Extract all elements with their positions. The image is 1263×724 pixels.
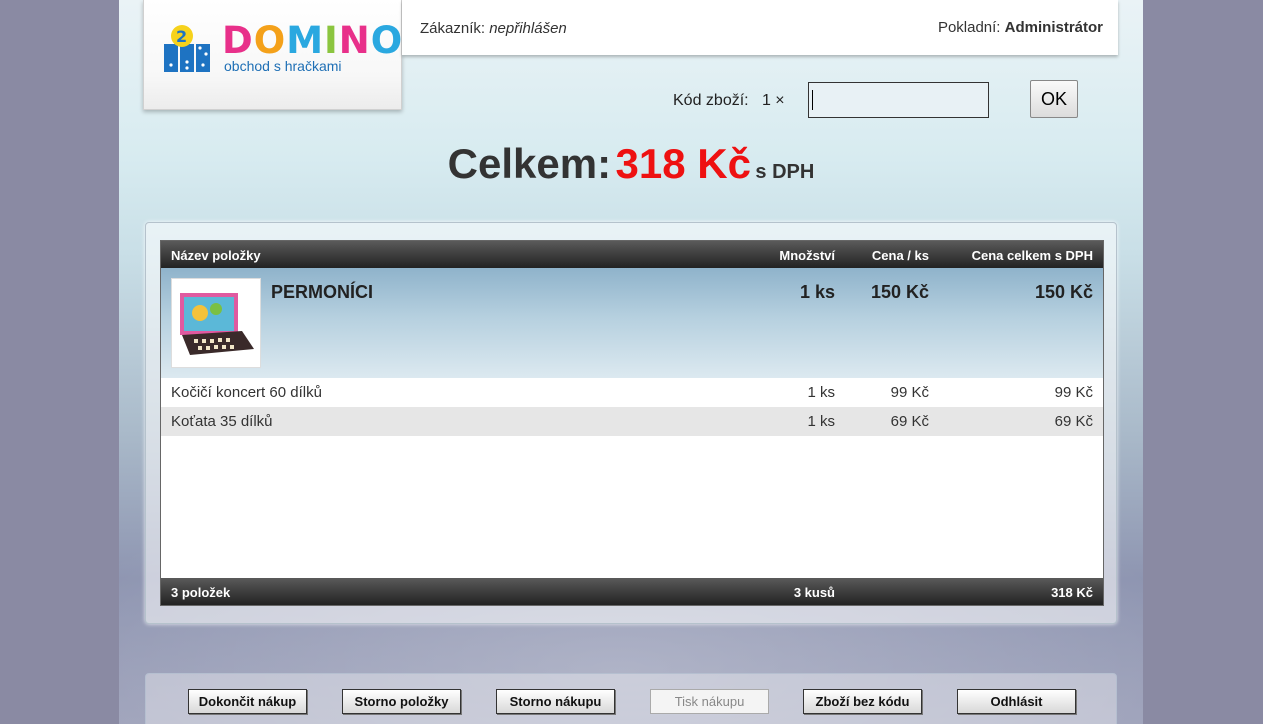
item-total-price: 150 Kč [1034,282,1093,302]
pos-app: 2 DOMINO obchod s hračkami Zákazník: nep… [119,0,1143,724]
item-total-price: 69 Kč [1054,413,1093,430]
item-name: PERMONÍCI [271,282,374,302]
item-name: Kočičí koncert 60 dílků [171,384,322,401]
item-unit-price: 99 Kč [890,384,929,401]
product-code-label: Kód zboží: 1 × [673,92,785,109]
cashier-value: Administrátor [1004,19,1103,36]
ok-button[interactable]: OK [1030,80,1078,118]
table-row[interactable]: Kočičí koncert 60 dílků 1 ks 99 Kč 99 Kč [161,378,1103,407]
footer-total: 318 Kč [1051,585,1093,600]
logo-subtitle: obchod s hračkami [224,58,342,74]
item-name: Koťata 35 dílků [171,413,273,430]
item-total-price: 99 Kč [1054,384,1093,401]
total-suffix: s DPH [755,161,815,183]
item-unit-price: 150 Kč [870,282,929,302]
total-label: Celkem: [447,140,612,187]
selected-row[interactable]: PERMONÍCI 1 ks 150 Kč 150 Kč [161,268,1103,378]
header-unit-price: Cena / ks [871,248,929,263]
cart-table: Název položky Množství Cena / ks Cena ce… [160,240,1104,606]
table-row[interactable]: Koťata 35 dílků 1 ks 69 Kč 69 Kč [161,407,1103,436]
item-qty: 1 ks [807,413,835,430]
item-qty: 1 ks [807,384,835,401]
board-game-image-icon [180,293,254,355]
footer-qty: 3 kusů [793,585,835,600]
action-bar: Dokončit nákup Storno položky Storno nák… [145,673,1117,724]
svg-text:2: 2 [176,27,187,46]
cancel-item-button[interactable]: Storno položky [342,689,461,714]
table-footer: 3 položek 3 kusů 318 Kč [161,578,1103,605]
footer-item-count: 3 položek [171,585,231,600]
print-purchase-button[interactable]: Tisk nákupu [650,689,769,714]
logo: 2 DOMINO obchod s hračkami [143,0,402,110]
cart-panel: Název položky Množství Cena / ks Cena ce… [145,222,1117,624]
cancel-purchase-button[interactable]: Storno nákupu [496,689,615,714]
table-header: Název položky Množství Cena / ks Cena ce… [161,241,1103,268]
logo-title: DOMINO [222,19,404,62]
header-total-price: Cena celkem s DPH [971,248,1093,263]
domino-logo-icon: 2 [164,25,210,72]
item-unit-price: 69 Kč [890,413,929,430]
header-name: Název položky [171,248,261,263]
no-code-item-button[interactable]: Zboží bez kódu [803,689,922,714]
header-qty: Množství [779,248,835,263]
customer-value: nepřihlášen [489,20,567,37]
logout-button[interactable]: Odhlásit [957,689,1076,714]
finish-purchase-button[interactable]: Dokončit nákup [188,689,307,714]
product-thumbnail [171,278,261,368]
product-code-input[interactable] [808,82,989,118]
customer-info: Zákazník: nepřihlášen [420,20,567,37]
text-caret [812,90,813,110]
header-bar: Zákazník: nepřihlášen Pokladní: Administ… [402,0,1118,55]
total-display: Celkem: 318 Kč s DPH [119,140,1143,188]
total-amount: 318 Kč [615,140,751,187]
item-qty: 1 ks [799,282,835,302]
cashier-info: Pokladní: Administrátor [937,19,1103,36]
